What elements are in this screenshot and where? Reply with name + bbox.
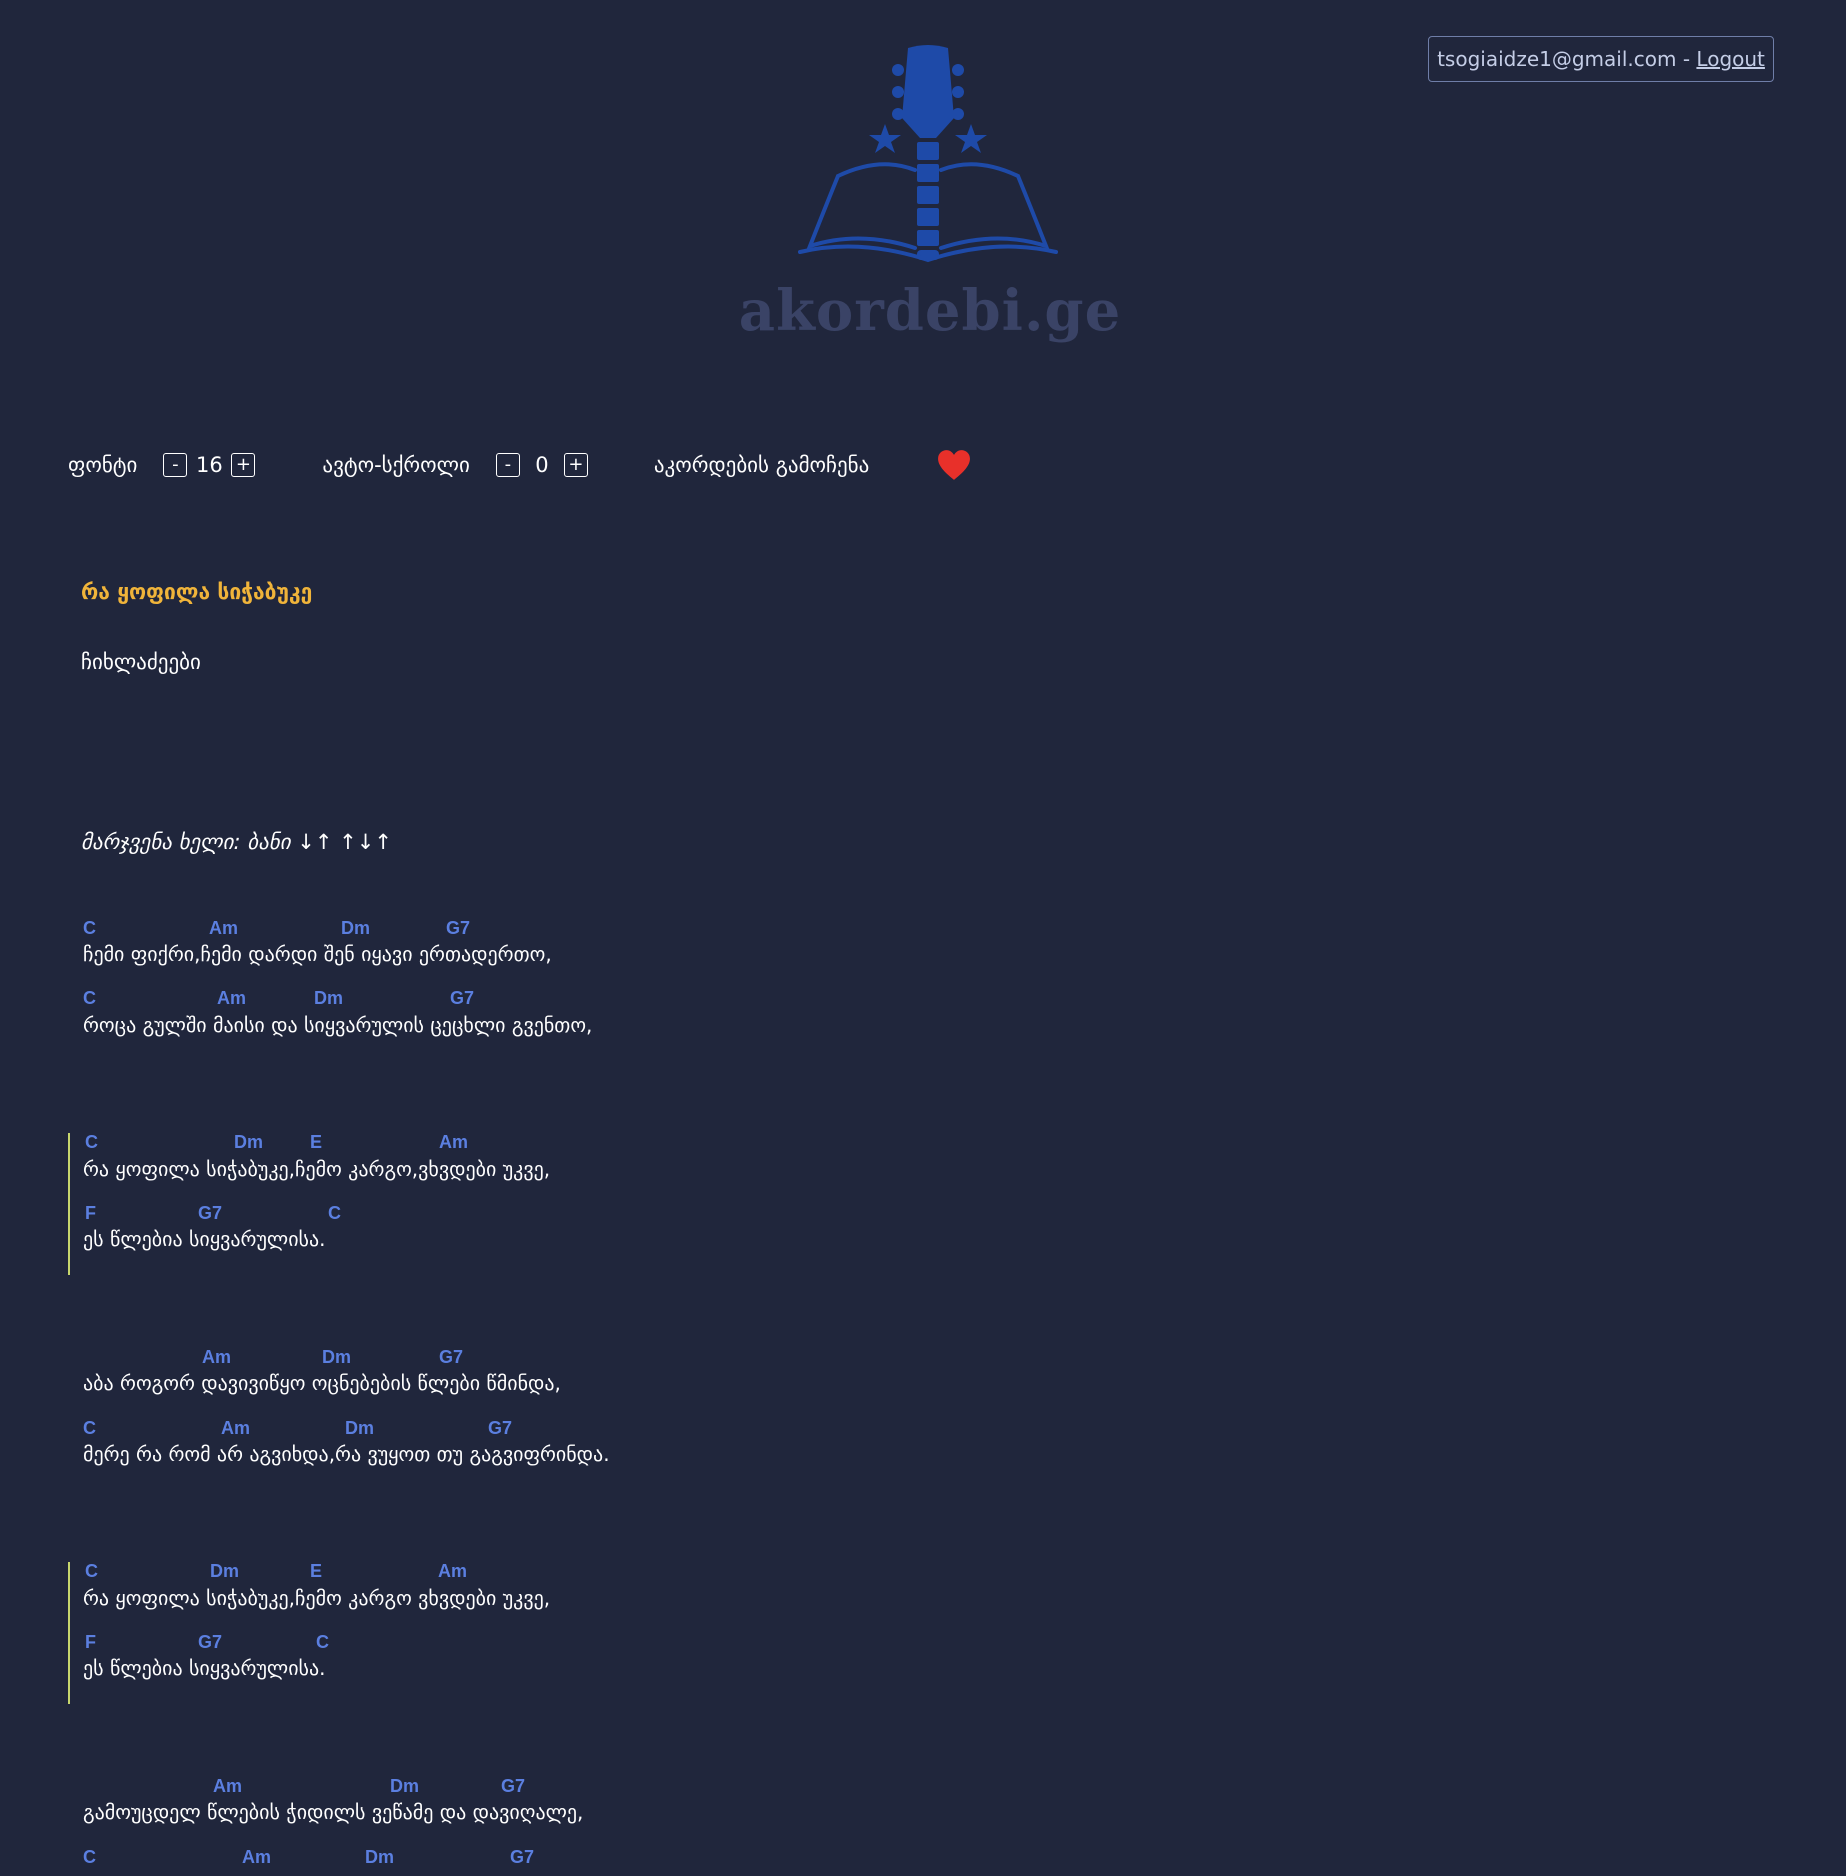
lyric-line: რა ყოფილა სიჭაბუკე,ჩემო კარგო,ვხვდები უკ… [83,1157,551,1181]
logout-link[interactable]: Logout [1696,47,1764,71]
chord: F [85,1203,96,1223]
lyric-line: ეს წლებია სიყვარულისა. [83,1656,326,1680]
lyric-line: ეს წლებია სიყვარულისა. [83,1227,326,1251]
chord: Dm [314,988,344,1008]
chord: Am [217,988,247,1008]
account-separator: - [1676,47,1697,71]
lyric-line: როცა გულში მაისი და სიყვარულის ცეცხლი გვ… [83,1013,593,1037]
font-size-label: ფონტი [68,453,138,477]
lyric-line: ჩემი ფიქრი,ჩემი დარდი შენ იყავი ერთადერთ… [83,942,552,966]
lyric-line: რა ყოფილა სიჭაბუკე,ჩემო კარგო ვხვდები უკ… [83,1586,551,1610]
chord: C [83,988,96,1008]
account-box: tsogiaidze1@gmail.com - Logout [1428,36,1774,82]
chord: F [85,1632,96,1652]
chord: C [83,1847,96,1867]
lyric-line: მერე რა რომ არ აგვიხდა,რა ვუყოთ თუ გაგვი… [83,1442,610,1466]
chord: C [85,1561,98,1581]
chord: Am [221,1418,251,1438]
font-decrease-button[interactable]: - [163,453,188,477]
chord: C [85,1132,98,1152]
song-controls: ფონტი - 16 + ავტო-სქროლი - 0 + აკორდების… [68,448,971,482]
chord: Am [213,1776,243,1796]
chord: Am [209,918,239,938]
chord: G7 [510,1847,535,1867]
chord: C [328,1203,341,1223]
chord: G7 [198,1203,223,1223]
chord: G7 [501,1776,526,1796]
autoscroll-decrease-button[interactable]: - [495,453,520,477]
autoscroll-value: 0 [535,453,549,477]
autoscroll-label: ავტო-სქროლი [322,453,470,477]
chord: Dm [234,1132,264,1152]
chord: Dm [210,1561,240,1581]
chord: G7 [450,988,475,1008]
font-size-value: 16 [196,453,223,477]
chord: Dm [341,918,371,938]
show-chords-toggle[interactable]: აკორდების გამოჩენა [654,453,869,477]
chord: Am [242,1847,272,1867]
heart-icon[interactable] [937,449,971,481]
chord: Am [438,1561,468,1581]
strumming-pattern: მარჯვენა ხელი: ბანი ↓↑ ↑↓↑ [81,830,392,854]
chord: Am [202,1347,232,1367]
chord: Dm [390,1776,420,1796]
chord: C [83,918,96,938]
font-increase-button[interactable]: + [231,453,256,477]
song-title: რა ყოფილა სიჭაბუკე [81,580,313,604]
chord: Am [439,1132,469,1152]
chord: E [310,1132,323,1152]
chord: Dm [365,1847,395,1867]
chord: C [83,1418,96,1438]
chord: G7 [439,1347,464,1367]
autoscroll-increase-button[interactable]: + [563,453,588,477]
chorus-marker [68,1133,70,1275]
site-name: akordebi.ge [738,278,1122,344]
user-email: tsogiaidze1@gmail.com [1437,47,1677,71]
chord: Dm [345,1418,375,1438]
song-page: tsogiaidze1@gmail.com - Logout akordebi.… [0,0,1846,1876]
chord: E [310,1561,323,1581]
chord: G7 [446,918,471,938]
chord: G7 [488,1418,513,1438]
chord: Dm [322,1347,352,1367]
lyric-line: გამოუცდელ წლების ჭიდილს ვეწამე და დავიღა… [83,1800,584,1824]
lyric-line: აბა როგორ დავივიწყო ოცნებების წლები წმინ… [83,1371,561,1395]
song-artist[interactable]: ჩიხლაძეები [81,650,201,674]
chorus-marker [68,1562,70,1704]
chord: G7 [198,1632,223,1652]
chord: C [316,1632,329,1652]
